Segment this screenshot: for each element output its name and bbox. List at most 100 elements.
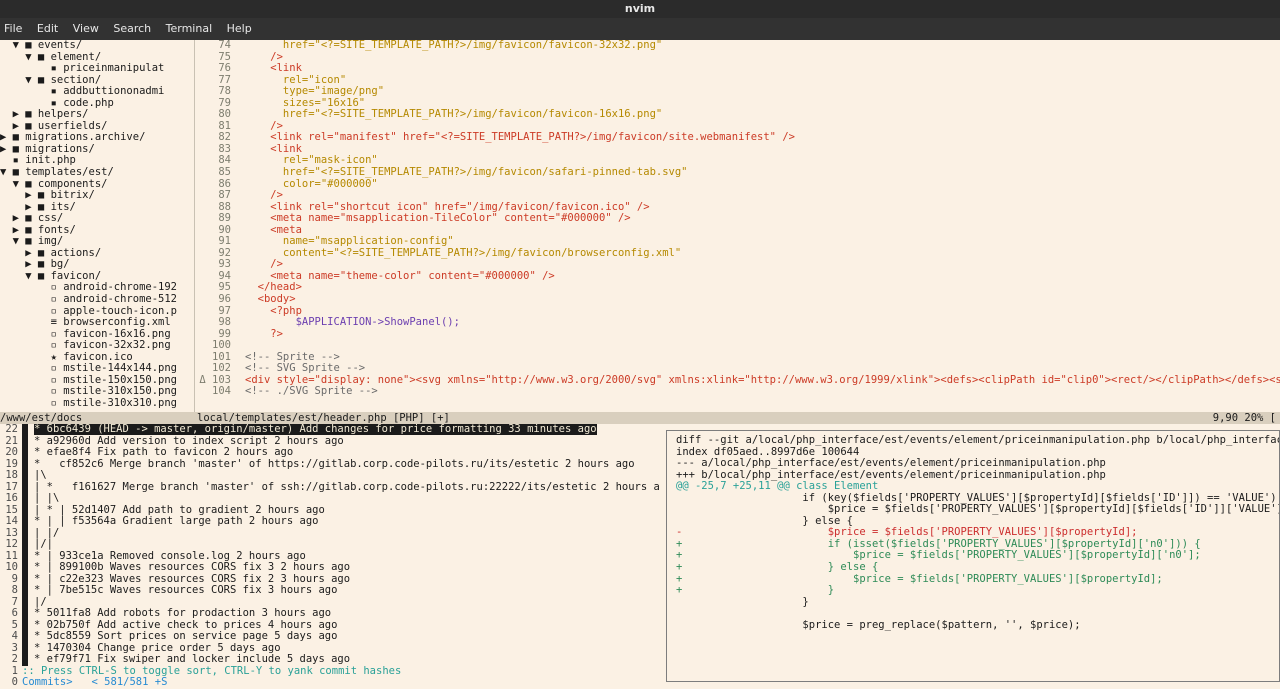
tree-item[interactable]: ▫ mstile-310x310.png (0, 398, 194, 410)
code-line[interactable]: 77 rel="icon" (195, 75, 1280, 87)
menu-view[interactable]: View (73, 22, 99, 35)
editor-pane[interactable]: 74 href="<?=SITE_TEMPLATE_PATH?>/img/fav… (195, 40, 1280, 412)
tree-item[interactable]: ▶ ■ its/ (0, 202, 194, 214)
menu-edit[interactable]: Edit (37, 22, 58, 35)
tree-item[interactable]: ▼ ■ templates/est/ (0, 167, 194, 179)
log-line[interactable]: 13 | |/ (0, 527, 660, 539)
log-line[interactable]: 5 * 02b750f Add active check to prices 4 … (0, 619, 660, 631)
tree-item[interactable]: ▫ mstile-150x150.png (0, 375, 194, 387)
tree-item[interactable]: ▪ code.php (0, 98, 194, 110)
log-line[interactable]: 1:: Press CTRL-S to toggle sort, CTRL-Y … (0, 666, 660, 678)
log-line[interactable]: 18 |\ (0, 470, 660, 482)
log-line[interactable]: 20 * efae8f4 Fix path to favicon 2 hours … (0, 447, 660, 459)
code-line[interactable]: 75 /> (195, 52, 1280, 64)
code-line[interactable]: 90 <meta (195, 225, 1280, 237)
tree-item[interactable]: ▫ favicon-32x32.png (0, 340, 194, 352)
file-tree[interactable]: ▼ ■ events/ ▼ ■ element/ ▪ priceinmanipu… (0, 40, 194, 412)
tree-item[interactable]: ▶ ■ helpers/ (0, 109, 194, 121)
log-line[interactable]: 4 * 5dc8559 Sort prices on service page 5… (0, 631, 660, 643)
tree-item[interactable]: ▶ ■ migrations/ (0, 144, 194, 156)
code-line[interactable]: 78 type="image/png" (195, 86, 1280, 98)
log-line[interactable]: 12 |/| (0, 539, 660, 551)
log-line[interactable]: 10 * | 899100b Waves resources CORS fix 3… (0, 562, 660, 574)
code-line[interactable]: 97 <?php (195, 306, 1280, 318)
tree-item[interactable]: ▼ ■ section/ (0, 75, 194, 87)
code-line[interactable]: 95 </head> (195, 282, 1280, 294)
code-line[interactable]: 76 <link (195, 63, 1280, 75)
tree-item[interactable]: ▼ ■ events/ (0, 40, 194, 52)
log-line[interactable]: 22 * 6bc6439 (HEAD -> master, origin/mast… (0, 424, 660, 436)
code-text: name="msapplication-config" (245, 236, 454, 248)
code-line[interactable]: 85 href="<?=SITE_TEMPLATE_PATH?>/img/fav… (195, 167, 1280, 179)
git-log-list[interactable]: 22 * 6bc6439 (HEAD -> master, origin/mast… (0, 424, 660, 689)
menu-search[interactable]: Search (113, 22, 151, 35)
tree-item[interactable]: ▫ favicon-16x16.png (0, 329, 194, 341)
code-line[interactable]: Δ 103 <div style="display: none"><svg xml… (195, 375, 1280, 387)
code-line[interactable]: 98 $APPLICATION->ShowPanel(); (195, 317, 1280, 329)
tree-item[interactable]: ▼ ■ img/ (0, 236, 194, 248)
code-line[interactable]: 79 sizes="16x16" (195, 98, 1280, 110)
tree-item[interactable]: ▫ android-chrome-512 (0, 294, 194, 306)
code-line[interactable]: 93 /> (195, 259, 1280, 271)
code-line[interactable]: 86 color="#000000" (195, 179, 1280, 191)
log-line[interactable]: 15 | * | 52d1407 Add path to gradient 2 h… (0, 504, 660, 516)
log-line[interactable]: 7 |/ (0, 596, 660, 608)
tree-item[interactable]: ▶ ■ actions/ (0, 248, 194, 260)
tree-item[interactable]: ▫ android-chrome-192 (0, 282, 194, 294)
log-line[interactable]: 3 * 1470304 Change price order 5 days ago (0, 642, 660, 654)
tree-item[interactable]: ▶ ■ userfields/ (0, 121, 194, 133)
tree-item[interactable]: ▼ ■ components/ (0, 179, 194, 191)
log-text: * cf852c6 Merge branch 'master' of https… (34, 458, 635, 470)
tree-item[interactable]: ▪ priceinmanipulat (0, 63, 194, 75)
tree-item[interactable]: ★ favicon.ico (0, 352, 194, 364)
log-line[interactable]: 2 * ef79f71 Fix swiper and locker include… (0, 654, 660, 666)
code-line[interactable]: 94 <meta name="theme-color" content="#00… (195, 271, 1280, 283)
code-line[interactable]: 88 <link rel="shortcut icon" href="/img/… (195, 202, 1280, 214)
tree-item[interactable]: ▶ ■ migrations.archive/ (0, 132, 194, 144)
code-line[interactable]: 81 /> (195, 121, 1280, 133)
log-line[interactable]: 19 * cf852c6 Merge branch 'master' of htt… (0, 458, 660, 470)
log-line[interactable]: 16 | |\ (0, 493, 660, 505)
log-line[interactable]: 21 * a92960d Add version to index script … (0, 435, 660, 447)
log-line[interactable]: 14 * | | f53564a Gradient large path 2 ho… (0, 516, 660, 528)
tree-item[interactable]: ▶ ■ fonts/ (0, 225, 194, 237)
tree-item[interactable]: ▼ ■ favicon/ (0, 271, 194, 283)
tree-item[interactable]: ≡ browserconfig.xml (0, 317, 194, 329)
log-line[interactable]: 0 Commits> < 581/581 +S (0, 677, 660, 689)
log-line[interactable]: 6 * 5011fa8 Add robots for prodaction 3 h… (0, 608, 660, 620)
code-line[interactable]: 84 rel="mask-icon" (195, 155, 1280, 167)
log-line[interactable]: 8 * | 7be515c Waves resources CORS fix 3 … (0, 585, 660, 597)
log-line-number: 15 (5, 504, 18, 516)
tree-item[interactable]: ▼ ■ element/ (0, 52, 194, 64)
code-line[interactable]: 101 <!-- Sprite --> (195, 352, 1280, 364)
code-line[interactable]: 91 name="msapplication-config" (195, 236, 1280, 248)
log-line[interactable]: 9 * | c22e323 Waves resources CORS fix 2 … (0, 573, 660, 585)
code-line[interactable]: 83 <link (195, 144, 1280, 156)
code-line[interactable]: 74 href="<?=SITE_TEMPLATE_PATH?>/img/fav… (195, 40, 1280, 52)
tree-item[interactable]: ▫ mstile-310x150.png (0, 386, 194, 398)
tree-item[interactable]: ▶ ■ bg/ (0, 259, 194, 271)
code-line[interactable]: 87 /> (195, 190, 1280, 202)
tree-item[interactable]: ▫ mstile-144x144.png (0, 363, 194, 375)
code-line[interactable]: 89 <meta name="msapplication-TileColor" … (195, 213, 1280, 225)
menu-help[interactable]: Help (227, 22, 252, 35)
code-line[interactable]: 102 <!-- SVG Sprite --> (195, 363, 1280, 375)
code-line[interactable]: 96 <body> (195, 294, 1280, 306)
tree-item[interactable]: ▶ ■ css/ (0, 213, 194, 225)
tree-item[interactable]: ▫ apple-touch-icon.p (0, 306, 194, 318)
terminal-area[interactable]: ▼ ■ events/ ▼ ■ element/ ▪ priceinmanipu… (0, 40, 1280, 689)
code-line[interactable]: 100 (195, 340, 1280, 352)
log-line[interactable]: 11 * | 933ce1a Removed console.log 2 hour… (0, 550, 660, 562)
code-line[interactable]: 82 <link rel="manifest" href="<?=SITE_TE… (195, 132, 1280, 144)
menu-terminal[interactable]: Terminal (166, 22, 213, 35)
code-line[interactable]: 104 <!-- ./SVG Sprite --> (195, 386, 1280, 398)
code-line[interactable]: 92 content="<?=SITE_TEMPLATE_PATH?>/img/… (195, 248, 1280, 260)
tree-item[interactable]: ▶ ■ bitrix/ (0, 190, 194, 202)
log-line-number: 13 (5, 527, 18, 539)
code-line[interactable]: 99 ?> (195, 329, 1280, 341)
tree-item[interactable]: ▪ init.php (0, 155, 194, 167)
menu-file[interactable]: File (4, 22, 22, 35)
log-line[interactable]: 17 | * f161627 Merge branch 'master' of s… (0, 481, 660, 493)
tree-item[interactable]: ▪ addbuttiononadmi (0, 86, 194, 98)
code-line[interactable]: 80 href="<?=SITE_TEMPLATE_PATH?>/img/fav… (195, 109, 1280, 121)
